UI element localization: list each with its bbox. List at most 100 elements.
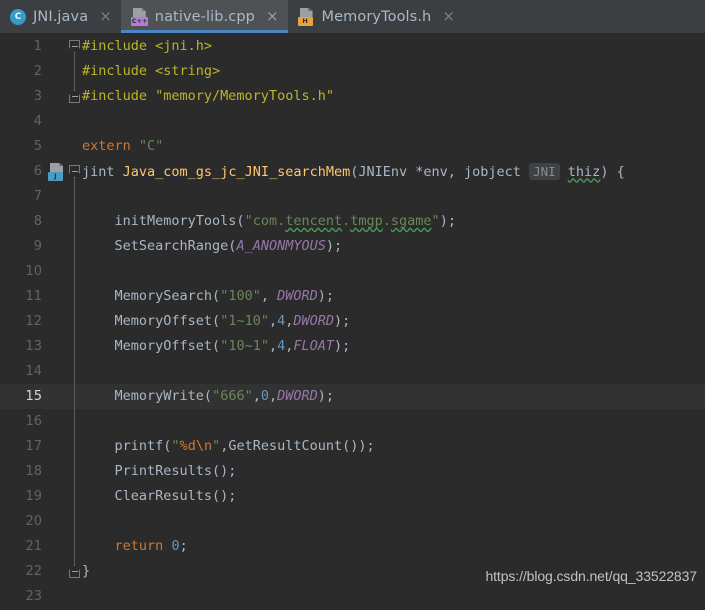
close-icon[interactable]: ×	[266, 9, 279, 24]
gutter[interactable]: 16	[0, 409, 68, 434]
gutter[interactable]: 17	[0, 434, 68, 459]
line-number: 23	[25, 589, 42, 604]
code-line[interactable]: 18 PrintResults();	[0, 459, 705, 484]
code-line[interactable]: 20	[0, 509, 705, 534]
code-line[interactable]: 13 MemoryOffset("10~1",4,FLOAT);	[0, 334, 705, 359]
fold-expand-icon[interactable]	[69, 565, 80, 578]
java-native-method-gutter-icon[interactable]: J	[48, 162, 65, 181]
gutter[interactable]: 13	[0, 334, 68, 359]
gutter[interactable]: 20	[0, 509, 68, 534]
gutter[interactable]: 5	[0, 134, 68, 159]
code-line[interactable]: 4	[0, 109, 705, 134]
tab-memorytools-h[interactable]: H MemoryTools.h ×	[288, 0, 464, 33]
code-line[interactable]: 2 #include <string>	[0, 59, 705, 84]
gutter[interactable]: 4	[0, 109, 68, 134]
macro-constant: DWORD	[277, 288, 318, 304]
fold-strip	[68, 234, 82, 259]
watermark-url: https://blog.csdn.net/qq_33522837	[485, 568, 697, 584]
code-line[interactable]: 21 return 0;	[0, 534, 705, 559]
preprocessor-directive: #include <jni.h>	[82, 38, 213, 54]
close-icon[interactable]: ×	[442, 9, 455, 24]
fold-strip	[68, 509, 82, 534]
code-text: MemoryOffset("10~1",4,FLOAT);	[68, 334, 705, 359]
function-call: PrintResults();	[114, 463, 237, 479]
line-number: 22	[25, 564, 42, 579]
java-badge-label: J	[48, 171, 63, 181]
string-literal: "1~10"	[220, 313, 269, 329]
code-line[interactable]: 11 MemorySearch("100", DWORD);	[0, 284, 705, 309]
code-text: ClearResults();	[68, 484, 705, 509]
fold-strip	[68, 534, 82, 559]
code-line[interactable]: 23	[0, 584, 705, 609]
parameter-hint-badge[interactable]: JNI	[529, 162, 560, 180]
editor-tab-bar: C JNI.java × C++ native-lib.cpp × H Memo…	[0, 0, 705, 34]
fold-strip[interactable]	[68, 559, 82, 584]
fold-strip[interactable]	[68, 59, 82, 84]
code-line[interactable]: 16	[0, 409, 705, 434]
code-line[interactable]: 3 #include "memory/MemoryTools.h"	[0, 84, 705, 109]
gutter[interactable]: 12	[0, 309, 68, 334]
gutter[interactable]: 1	[0, 34, 68, 59]
line-number: 11	[25, 289, 42, 304]
gutter[interactable]: 22	[0, 559, 68, 584]
gutter[interactable]: 14	[0, 359, 68, 384]
fold-strip	[68, 484, 82, 509]
line-number: 13	[25, 339, 42, 354]
gutter[interactable]: 7	[0, 184, 68, 209]
gutter[interactable]: 2	[0, 59, 68, 84]
code-text: jint Java_com_gs_jc_JNI_searchMem(JNIEnv…	[82, 162, 625, 180]
gutter[interactable]: 6 J	[0, 159, 68, 184]
spellcheck-word: sgame	[390, 213, 432, 229]
code-line[interactable]: 9 SetSearchRange(A_ANONMYOUS);	[0, 234, 705, 259]
fold-collapse-icon[interactable]	[69, 40, 80, 53]
line-number: 12	[25, 314, 42, 329]
gutter[interactable]: 18	[0, 459, 68, 484]
code-line[interactable]: 5 extern "C"	[0, 134, 705, 159]
code-text: return 0;	[68, 534, 705, 559]
gutter[interactable]: 15	[0, 384, 68, 409]
fold-strip[interactable]	[68, 84, 82, 109]
code-text: MemoryWrite("666",0,DWORD);	[68, 384, 705, 409]
fold-strip	[68, 384, 82, 409]
code-line[interactable]: 19 ClearResults();	[0, 484, 705, 509]
function-call: MemoryOffset(	[114, 313, 221, 329]
code-line[interactable]: 8 initMemoryTools("com.tencent.tmgp.sgam…	[0, 209, 705, 234]
gutter[interactable]: 21	[0, 534, 68, 559]
preprocessor-directive: #include "memory/MemoryTools.h"	[82, 88, 334, 104]
string-part: .	[382, 213, 391, 229]
separator: ,	[268, 313, 278, 329]
function-call: MemoryOffset(	[114, 338, 221, 354]
tab-native-lib-cpp[interactable]: C++ native-lib.cpp ×	[120, 0, 288, 33]
code-line[interactable]: 12 MemoryOffset("1~10",4,DWORD);	[0, 309, 705, 334]
close-icon[interactable]: ×	[99, 9, 112, 24]
macro-constant: FLOAT	[293, 338, 335, 354]
code-line[interactable]: 6 J jint Java_com_gs_jc_JNI_searchMem(JN…	[0, 159, 705, 184]
code-line[interactable]: 14	[0, 359, 705, 384]
fold-strip[interactable]	[68, 34, 82, 59]
line-number: 19	[25, 489, 42, 504]
line-number: 9	[33, 239, 42, 254]
gutter[interactable]: 11	[0, 284, 68, 309]
closing-brace: }	[82, 563, 91, 579]
code-line[interactable]: 10	[0, 259, 705, 284]
fold-strip	[68, 284, 82, 309]
gutter[interactable]: 8	[0, 209, 68, 234]
preprocessor-directive: #include <string>	[82, 63, 221, 79]
gutter[interactable]: 3	[0, 84, 68, 109]
fold-collapse-icon[interactable]	[69, 165, 80, 178]
function-call: MemoryWrite(	[114, 388, 213, 404]
code-line[interactable]: 7	[0, 184, 705, 209]
code-editor[interactable]: 1 #include <jni.h> 2 #include <string> 3…	[0, 34, 705, 610]
fold-expand-icon[interactable]	[69, 90, 80, 103]
gutter[interactable]: 9	[0, 234, 68, 259]
gutter[interactable]: 10	[0, 259, 68, 284]
tab-jni-java[interactable]: C JNI.java ×	[0, 0, 121, 33]
code-line[interactable]: 1 #include <jni.h>	[0, 34, 705, 59]
fold-strip[interactable]	[68, 159, 82, 184]
gutter[interactable]: 19	[0, 484, 68, 509]
code-line[interactable]: 17 printf("%d\n",GetResultCount());	[0, 434, 705, 459]
fold-strip	[68, 359, 82, 384]
code-line-current[interactable]: 15 MemoryWrite("666",0,DWORD);	[0, 384, 705, 409]
gutter[interactable]: 23	[0, 584, 68, 609]
function-call: SetSearchRange(	[114, 238, 237, 254]
